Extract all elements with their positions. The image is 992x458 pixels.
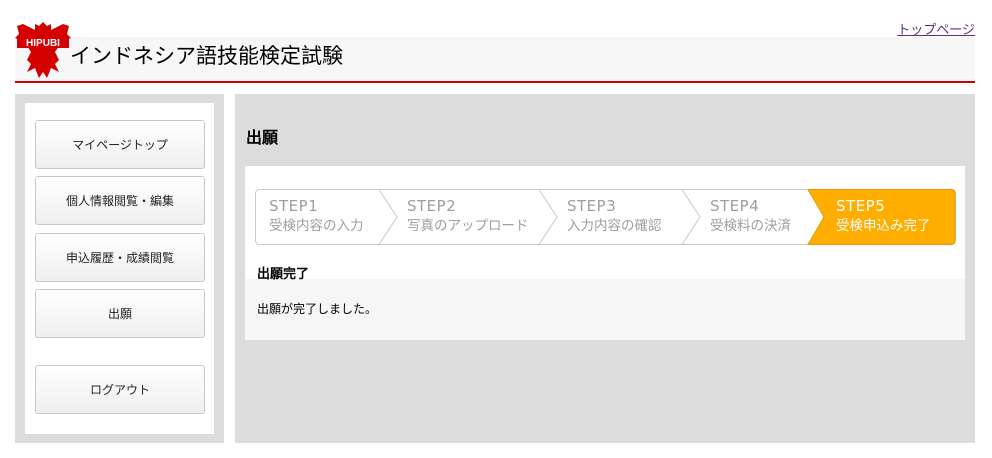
step-5-number: STEP5 (836, 197, 886, 215)
sidebar: マイページトップ 個人情報閲覧・編集 申込履歴・成績閲覧 出願 ログアウト (15, 94, 224, 443)
step-1-number: STEP1 (269, 197, 319, 215)
step-4-number: STEP4 (710, 197, 760, 215)
page-title: 出願 (246, 128, 279, 147)
nav-profile-button[interactable]: 個人情報閲覧・編集 (35, 176, 205, 225)
nav-history-button[interactable]: 申込履歴・成績閲覧 (35, 233, 205, 282)
step-3-number: STEP3 (567, 197, 617, 215)
top-page-link[interactable]: トップページ (897, 19, 975, 38)
step-3-label: 入力内容の確認 (567, 218, 662, 234)
step-4-label: 受検料の決済 (710, 218, 791, 234)
site-title: インドネシア語技能検定試験 (70, 44, 343, 68)
step-1-label: 受検内容の入力 (269, 218, 364, 234)
logout-button[interactable]: ログアウト (35, 365, 205, 414)
header-divider (15, 81, 975, 83)
step-1: STEP1 受検内容の入力 (269, 196, 364, 236)
step-3: STEP3 入力内容の確認 (567, 196, 662, 236)
step-2-label: 写真のアップロード (407, 218, 529, 234)
step-5-label: 受検申込み完了 (836, 218, 931, 234)
content-panel: STEP1 受検内容の入力 STEP2 写真のアップロード STEP3 入力内容… (245, 166, 965, 340)
nav-application-button[interactable]: 出願 (35, 289, 205, 338)
step-4: STEP4 受検料の決済 (710, 196, 791, 236)
step-progress: STEP1 受検内容の入力 STEP2 写真のアップロード STEP3 入力内容… (255, 189, 956, 245)
step-2: STEP2 写真のアップロード (407, 196, 529, 236)
hipubi-logo: HIPUBI (15, 22, 71, 78)
completion-message: 出願が完了しました。 (257, 302, 378, 316)
logo-text: HIPUBI (26, 38, 60, 49)
sidebar-menu: マイページトップ 個人情報閲覧・編集 申込履歴・成績閲覧 出願 ログアウト (25, 103, 214, 434)
step-2-number: STEP2 (407, 197, 457, 215)
completion-heading: 出願完了 (257, 267, 310, 282)
step-5: STEP5 受検申込み完了 (836, 196, 931, 236)
main-content: 出願 STEP1 受検内容の入力 STEP2 写真のアップロード STEP3 入… (235, 94, 975, 443)
nav-mypage-top-button[interactable]: マイページトップ (35, 120, 205, 169)
